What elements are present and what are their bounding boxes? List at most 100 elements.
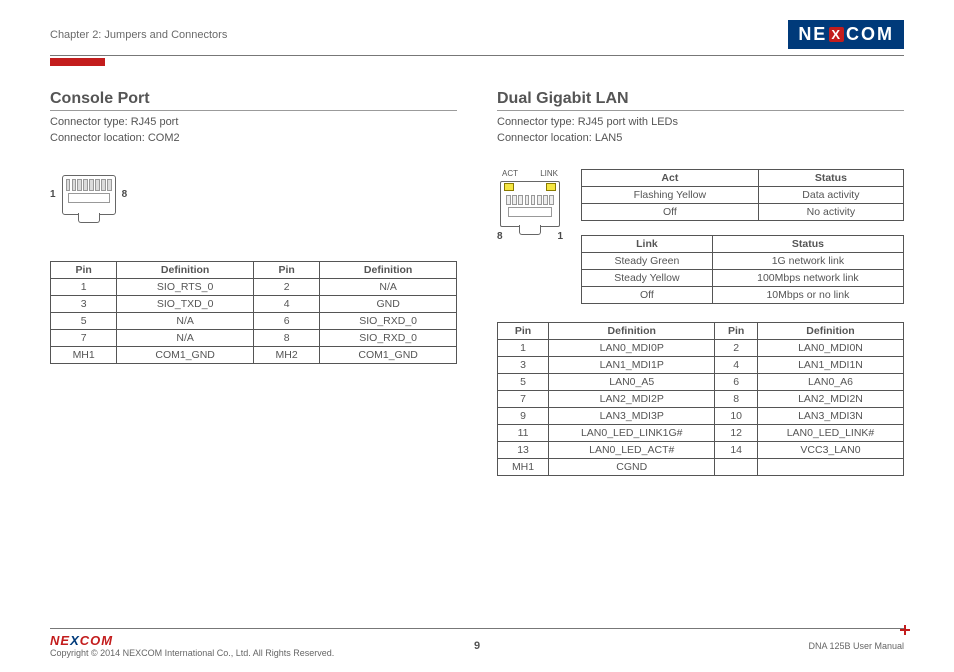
cell: 8 xyxy=(253,329,319,346)
cell: 11 xyxy=(498,424,549,441)
cell: LAN0_A6 xyxy=(757,373,903,390)
table-header-row: Act Status xyxy=(582,169,904,186)
lan-conn-loc: Connector location: LAN5 xyxy=(497,131,904,147)
footer-logo-post: COM xyxy=(80,633,113,648)
cell: 7 xyxy=(51,329,117,346)
logo-text-pre: NE xyxy=(798,24,827,45)
table-row: 3SIO_TXD_04GND xyxy=(51,295,457,312)
cell: SIO_RTS_0 xyxy=(117,278,254,295)
console-pin-table: Pin Definition Pin Definition 1SIO_RTS_0… xyxy=(50,261,457,364)
cell: SIO_RXD_0 xyxy=(320,329,457,346)
table-row: Flashing YellowData activity xyxy=(582,186,904,203)
table-row: 13LAN0_LED_ACT#14VCC3_LAN0 xyxy=(498,441,904,458)
footer-logo-x: X xyxy=(70,633,80,648)
col-def: Definition xyxy=(320,261,457,278)
cell: 10 xyxy=(715,407,758,424)
cell: LAN0_LED_LINK1G# xyxy=(549,424,715,441)
cell: LAN1_MDI1P xyxy=(549,356,715,373)
cell: No activity xyxy=(758,203,903,220)
lan-title: Dual Gigabit LAN xyxy=(497,90,904,108)
console-title: Console Port xyxy=(50,90,457,108)
cell: SIO_RXD_0 xyxy=(320,312,457,329)
console-pin-left: 1 xyxy=(50,189,56,200)
copyright-text: Copyright © 2014 NEXCOM International Co… xyxy=(50,648,334,658)
cell: LAN0_MDI0P xyxy=(549,339,715,356)
lan-pin-right: 1 xyxy=(557,231,563,242)
cell: 7 xyxy=(498,390,549,407)
cell: 1G network link xyxy=(712,252,903,269)
console-connector-graphic: 1 8 xyxy=(50,175,457,215)
led-act-label: ACT xyxy=(502,169,518,178)
col-status: Status xyxy=(712,235,903,252)
link-led-icon xyxy=(546,183,556,191)
table-row: 1LAN0_MDI0P2LAN0_MDI0N xyxy=(498,339,904,356)
cell: Steady Green xyxy=(582,252,713,269)
cell: 3 xyxy=(498,356,549,373)
cell xyxy=(715,458,758,475)
console-conn-type: Connector type: RJ45 port xyxy=(50,115,457,131)
footer-left: NEXCOM Copyright © 2014 NEXCOM Internati… xyxy=(50,633,334,658)
chapter-label: Chapter 2: Jumpers and Connectors xyxy=(50,29,227,41)
cell: 5 xyxy=(51,312,117,329)
cell: Flashing Yellow xyxy=(582,186,759,203)
cell: LAN2_MDI2N xyxy=(757,390,903,407)
cell: 6 xyxy=(715,373,758,390)
cell: LAN2_MDI2P xyxy=(549,390,715,407)
cell: Steady Yellow xyxy=(582,269,713,286)
col-link: Link xyxy=(582,235,713,252)
header-accent-bar xyxy=(50,58,105,66)
cell: N/A xyxy=(117,312,254,329)
cell: MH1 xyxy=(498,458,549,475)
table-row: Off10Mbps or no link xyxy=(582,286,904,303)
cell: 14 xyxy=(715,441,758,458)
table-row: 5LAN0_A56LAN0_A6 xyxy=(498,373,904,390)
cell: COM1_GND xyxy=(320,346,457,363)
col-def: Definition xyxy=(117,261,254,278)
console-conn-loc: Connector location: COM2 xyxy=(50,131,457,147)
footer-logo: NEXCOM xyxy=(50,633,113,648)
cell: 5 xyxy=(498,373,549,390)
table-row: Steady Green1G network link xyxy=(582,252,904,269)
lan-pin-left: 8 xyxy=(497,231,503,242)
section-rule xyxy=(50,110,457,111)
cell: 13 xyxy=(498,441,549,458)
cell: CGND xyxy=(549,458,715,475)
cell: LAN0_MDI0N xyxy=(757,339,903,356)
logo-text-post: COM xyxy=(846,24,894,45)
col-pin: Pin xyxy=(253,261,319,278)
cell: LAN3_MDI3N xyxy=(757,407,903,424)
led-link-label: LINK xyxy=(540,169,558,178)
cell: 4 xyxy=(715,356,758,373)
cell: MH1 xyxy=(51,346,117,363)
cell: 2 xyxy=(253,278,319,295)
table-row: OffNo activity xyxy=(582,203,904,220)
cell: N/A xyxy=(320,278,457,295)
cell: GND xyxy=(320,295,457,312)
cell: Data activity xyxy=(758,186,903,203)
lan-pin-table: Pin Definition Pin Definition 1LAN0_MDI0… xyxy=(497,322,904,476)
lan-conn-type: Connector type: RJ45 port with LEDs xyxy=(497,115,904,131)
col-pin: Pin xyxy=(715,322,758,339)
brand-logo: NE X COM xyxy=(788,20,904,49)
link-led-table: Link Status Steady Green1G network linkS… xyxy=(581,235,904,304)
page-footer: NEXCOM Copyright © 2014 NEXCOM Internati… xyxy=(50,628,904,658)
cell: LAN0_LED_LINK# xyxy=(757,424,903,441)
table-row: MH1CGND xyxy=(498,458,904,475)
rj45-led-icon: ACT LINK xyxy=(500,181,560,227)
cell: 1 xyxy=(498,339,549,356)
cell: 8 xyxy=(715,390,758,407)
footer-accent-icon xyxy=(900,625,910,635)
col-def: Definition xyxy=(757,322,903,339)
cell: 9 xyxy=(498,407,549,424)
table-row: 1SIO_RTS_02N/A xyxy=(51,278,457,295)
cell: SIO_TXD_0 xyxy=(117,295,254,312)
rj45-icon xyxy=(62,175,116,215)
table-row: Steady Yellow100Mbps network link xyxy=(582,269,904,286)
console-pin-right: 8 xyxy=(122,189,128,200)
cell: 3 xyxy=(51,295,117,312)
table-header-row: Pin Definition Pin Definition xyxy=(498,322,904,339)
page-number: 9 xyxy=(474,640,480,652)
cell: Off xyxy=(582,203,759,220)
cell xyxy=(757,458,903,475)
page-header: Chapter 2: Jumpers and Connectors NE X C… xyxy=(50,20,904,49)
